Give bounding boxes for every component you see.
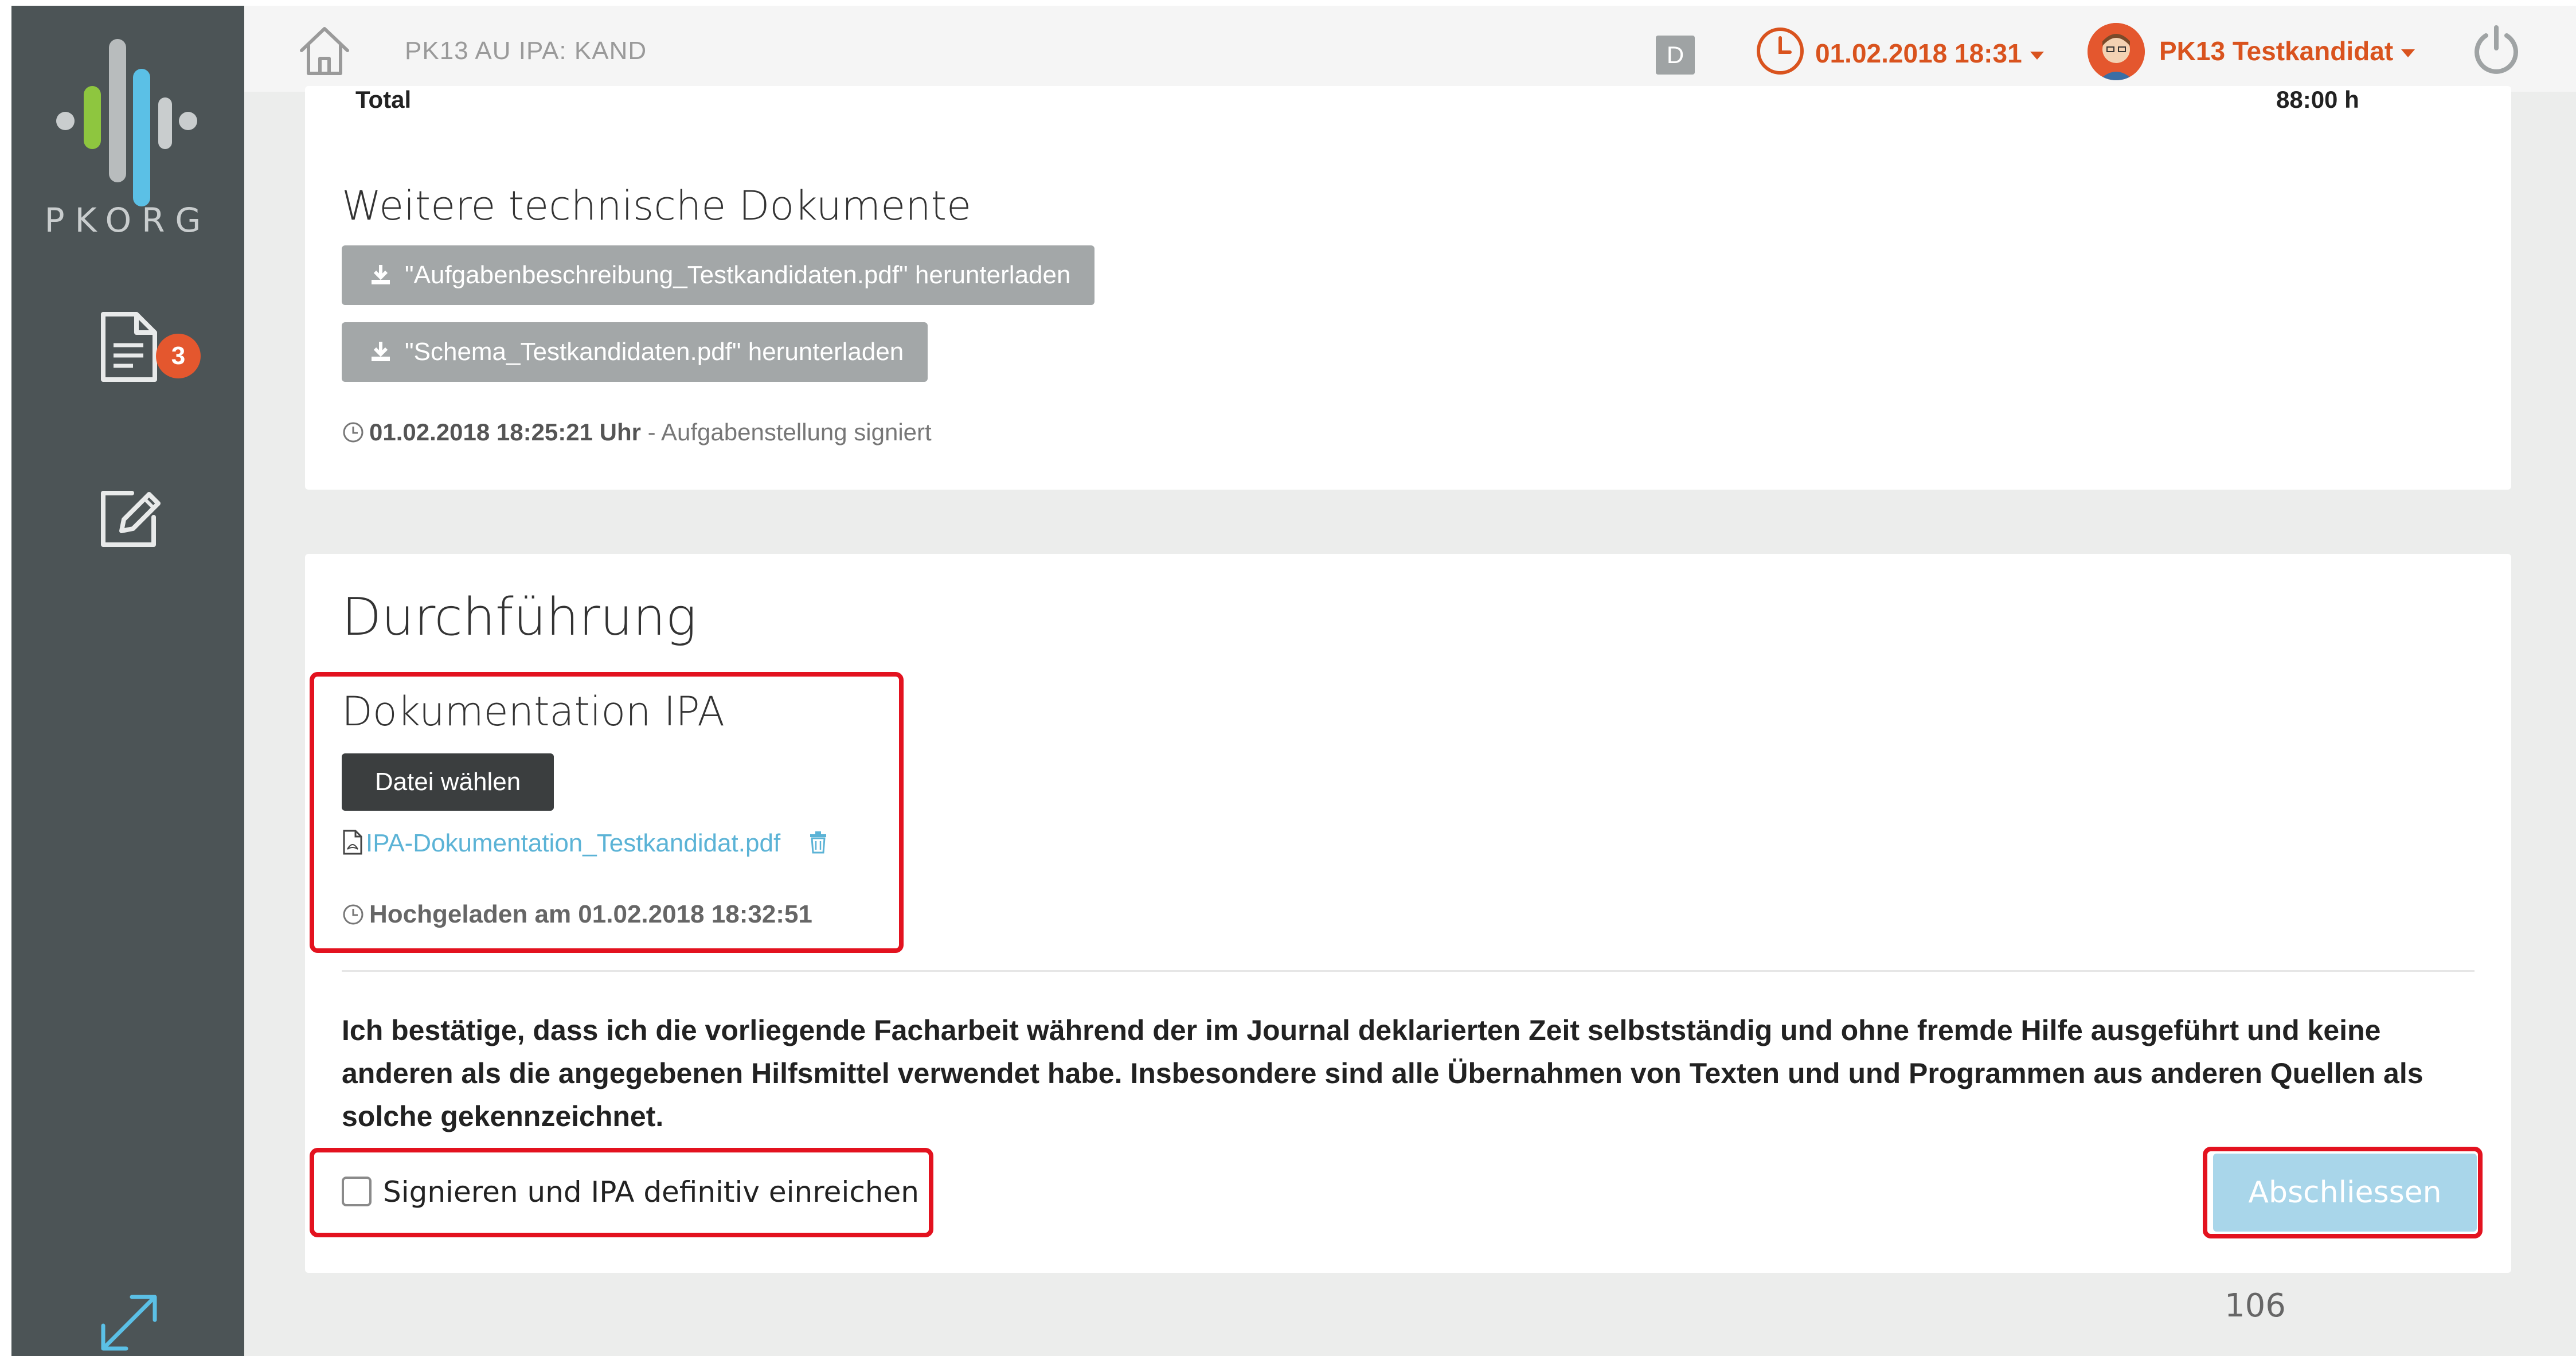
edit-icon[interactable]	[92, 482, 166, 556]
mode-badge[interactable]: D	[1656, 36, 1695, 75]
logo-bar-gray-2	[158, 97, 172, 149]
total-value: 88:00 h	[2276, 86, 2359, 113]
highlight-documentation-section	[310, 672, 904, 953]
highlight-finish-button	[2203, 1147, 2483, 1238]
confirmation-statement: Ich bestätige, dass ich die vorliegende …	[342, 1014, 2423, 1132]
pkorg-logo[interactable]: PKORG	[11, 29, 244, 247]
documents-icon[interactable]	[92, 310, 166, 384]
power-icon[interactable]	[2469, 22, 2524, 77]
download-label: "Schema_Testkandidaten.pdf" herunterlade…	[405, 338, 904, 366]
total-label: Total	[355, 86, 412, 113]
logo-bar-gray	[109, 39, 126, 182]
page-number: 106	[2225, 1287, 2286, 1324]
highlight-sign-checkbox	[310, 1148, 933, 1237]
download-task-description-button[interactable]: "Aufgabenbeschreibung_Testkandidaten.pdf…	[342, 245, 1095, 305]
caret-down-icon	[2030, 51, 2044, 60]
download-schema-button[interactable]: "Schema_Testkandidaten.pdf" herunterlade…	[342, 322, 928, 382]
divider	[342, 970, 2475, 972]
logo-bar-blue	[133, 69, 150, 206]
logo-dot-right	[179, 112, 197, 130]
tech-docs-title: Weitere technische Dokumente	[342, 182, 972, 229]
logo-bar-green	[84, 86, 101, 149]
signed-status: 01.02.2018 18:25:21 Uhr - Aufgabenstellu…	[342, 419, 932, 446]
clock-icon	[343, 422, 363, 443]
signed-time: 01.02.2018 18:25:21 Uhr	[369, 419, 641, 446]
sidebar: PKORG 3	[11, 6, 244, 1356]
user-name: PK13 Testkandidat	[2159, 36, 2394, 66]
top-bar: PK13 AU IPA: KAND D 01.02.2018 18:31 PK1…	[244, 6, 2576, 92]
avatar[interactable]	[2088, 23, 2145, 80]
signed-text: - Aufgabenstellung signiert	[641, 419, 932, 446]
logo-dot-left	[56, 112, 75, 130]
user-menu[interactable]: PK13 Testkandidat	[2159, 36, 2415, 67]
execution-title: Durchführung	[342, 587, 697, 647]
breadcrumb: PK13 AU IPA: KAND	[405, 37, 647, 65]
home-icon[interactable]	[296, 23, 353, 78]
clock-icon	[1754, 25, 1806, 77]
logo-text: PKORG	[44, 201, 212, 240]
caret-down-icon	[2401, 49, 2415, 57]
expand-icon[interactable]	[92, 1290, 166, 1356]
datetime-dropdown[interactable]: 01.02.2018 18:31	[1815, 38, 2044, 69]
download-icon	[372, 265, 390, 284]
download-label: "Aufgabenbeschreibung_Testkandidaten.pdf…	[405, 261, 1071, 289]
download-icon	[372, 342, 390, 361]
documents-count-badge: 3	[156, 334, 201, 378]
datetime-text: 01.02.2018 18:31	[1815, 38, 2022, 68]
